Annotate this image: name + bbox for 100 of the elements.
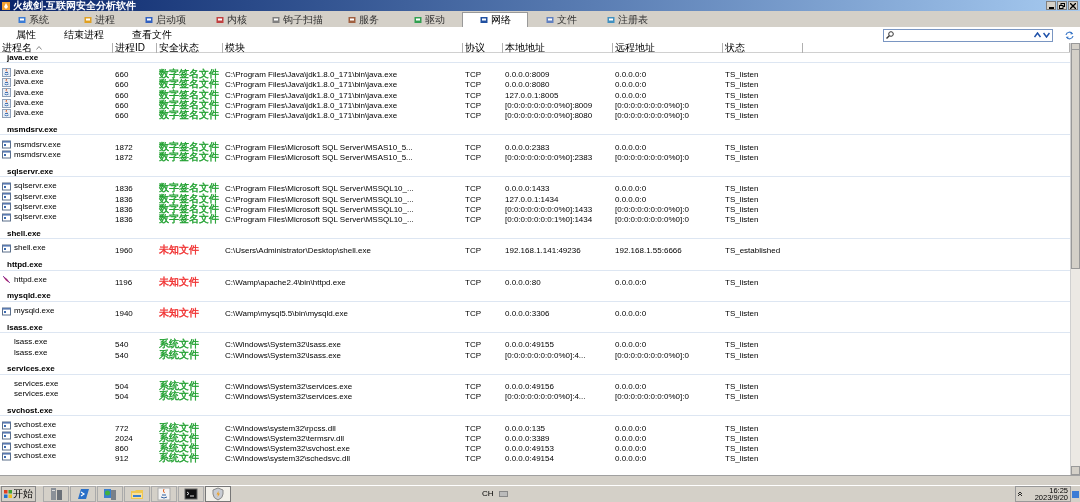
table-cell: 540 [115, 340, 129, 350]
toolbar-button[interactable]: 属性 [2, 29, 50, 41]
column-header[interactable]: 协议 [463, 43, 503, 53]
table-cell: 0.0.0.0:8009 [505, 70, 550, 80]
table-cell: 0.0.0.0:0 [615, 277, 647, 287]
table-cell: [0:0:0:0:0:0:0:0%0]:0 [615, 111, 689, 121]
minimize-button[interactable] [1046, 1, 1056, 10]
window-icon [144, 16, 153, 24]
table-cell: 0.0.0.0:0 [615, 454, 647, 464]
table-cell: TS_listen [725, 392, 759, 402]
process-name[interactable]: java.exe [14, 87, 44, 98]
column-header[interactable]: 进程ID [113, 43, 157, 53]
tab[interactable]: 网络 [462, 12, 528, 27]
group-header[interactable]: mysqld.exe [7, 291, 51, 302]
process-name[interactable]: lsass.exe [14, 337, 48, 348]
table-cell: 1836 [115, 204, 133, 214]
minimize-icon [1048, 7, 1054, 9]
process-name[interactable]: sqlservr.exe [14, 191, 57, 202]
group-header[interactable]: httpd.exe [7, 260, 43, 271]
process-name[interactable]: sqlservr.exe [14, 181, 57, 192]
table-cell: [0:0:0:0:0:0:0:0%0]:1433 [505, 204, 593, 214]
process-name[interactable]: msmdsrv.exe [14, 139, 61, 150]
group-header[interactable]: java.exe [7, 53, 39, 63]
table-cell: [0:0:0:0:0:0:0:0%0]:0 [615, 215, 689, 225]
group-header[interactable]: svchost.exe [7, 405, 53, 416]
table-cell: C:\Windows\System32\lsass.exe [225, 340, 342, 350]
program-window-icon [2, 150, 11, 160]
column-header[interactable]: 模块 [223, 43, 463, 53]
window-icon [413, 16, 422, 24]
process-name[interactable]: svchost.exe [14, 430, 57, 441]
process-name[interactable]: lsass.exe [14, 347, 48, 358]
security-status: 数字签名文件 [159, 78, 219, 90]
table-cell: 772 [115, 423, 129, 433]
window-icon [479, 16, 488, 24]
show-hidden-icons-icon[interactable] [1018, 491, 1022, 497]
group-header[interactable]: services.exe [7, 364, 55, 375]
console-icon [184, 487, 198, 501]
show-desktop-icon[interactable] [1072, 490, 1079, 498]
process-name[interactable]: httpd.exe [14, 274, 47, 285]
process-name[interactable]: msmdsrv.exe [14, 149, 61, 160]
start-button[interactable]: 开始 [1, 486, 36, 502]
table-cell: TS_listen [725, 90, 759, 100]
chevron-down-icon[interactable] [1043, 32, 1050, 38]
group-header[interactable]: sqlservr.exe [7, 166, 54, 177]
group-header[interactable]: lsass.exe [7, 322, 43, 333]
table-cell: TCP [465, 142, 481, 152]
table-cell: 0.0.0.0:0 [615, 80, 647, 90]
column-header[interactable]: 本地地址 [503, 43, 613, 53]
search-icon [886, 31, 894, 39]
chevron-up-icon[interactable] [1034, 32, 1041, 38]
search-field[interactable] [883, 28, 1053, 42]
process-name[interactable]: mysqld.exe [14, 306, 55, 316]
refresh-icon[interactable] [1065, 30, 1074, 40]
terminal-icon [76, 487, 90, 501]
table-cell: C:\Wamp\apache2.4\bin\httpd.exe [225, 277, 346, 287]
toolbar-button[interactable]: 结束进程 [50, 29, 118, 41]
process-name[interactable]: java.exe [14, 67, 44, 78]
column-header[interactable]: 远程地址 [613, 43, 723, 53]
column-header[interactable]: 状态 [723, 43, 803, 53]
table-cell: 0.0.0.0:2383 [505, 142, 550, 152]
security-status: 数字签名文件 [159, 99, 219, 111]
column-header[interactable]: 安全状态 [157, 43, 223, 53]
process-name[interactable]: java.exe [14, 108, 44, 119]
scrollbar[interactable] [1070, 43, 1080, 475]
process-name[interactable]: svchost.exe [14, 451, 57, 462]
table-cell: C:\Program Files\Microsoft SQL Server\MSAS10_5... [225, 152, 413, 162]
toolbar-button[interactable]: 查看文件 [118, 29, 186, 41]
program-window-icon [2, 431, 11, 441]
close-button[interactable] [1068, 1, 1078, 10]
group-header[interactable]: shell.exe [7, 228, 41, 239]
language-indicator[interactable]: CH [482, 488, 494, 500]
table-cell: 0.0.0.0:80 [505, 277, 541, 287]
program-window-icon [2, 140, 11, 150]
table-cell: C:\Windows\system32\rpcss.dll [225, 423, 336, 433]
process-name[interactable]: services.exe [14, 389, 59, 400]
process-name[interactable]: java.exe [14, 77, 44, 88]
table-cell: 912 [115, 454, 129, 464]
table-cell: C:\Wamp\mysql5.5\bin\mysqld.exe [225, 309, 348, 318]
table-cell: TS_listen [725, 184, 759, 194]
security-status: 未知文件 [159, 244, 199, 256]
group-header[interactable]: msmdsrv.exe [7, 125, 58, 135]
process-name[interactable]: svchost.exe [14, 420, 57, 431]
security-status: 系统文件 [159, 338, 199, 350]
table-cell: TS_listen [725, 433, 759, 443]
keyboard-icon[interactable] [498, 491, 508, 497]
column-header[interactable]: 进程名 [0, 43, 113, 53]
table-cell: 0.0.0.0:0 [615, 340, 647, 350]
process-name[interactable]: shell.exe [14, 243, 46, 254]
process-name[interactable]: sqlservr.exe [14, 201, 57, 212]
process-name[interactable]: svchost.exe [14, 441, 57, 452]
table-cell: TCP [465, 340, 481, 350]
process-name[interactable]: sqlservr.exe [14, 212, 57, 223]
restore-button[interactable] [1057, 1, 1067, 10]
table-cell: [0:0:0:0:0:0:0:0%0]:4... [505, 350, 586, 360]
table-cell: C:\Program Files\Java\jdk1.8.0_171\bin\java.exe [225, 90, 398, 100]
table-cell: TCP [465, 309, 481, 318]
process-name[interactable]: services.exe [14, 378, 59, 389]
process-name[interactable]: java.exe [14, 98, 44, 109]
taskbar-button[interactable] [178, 486, 204, 502]
table-cell: TS_listen [725, 70, 759, 80]
